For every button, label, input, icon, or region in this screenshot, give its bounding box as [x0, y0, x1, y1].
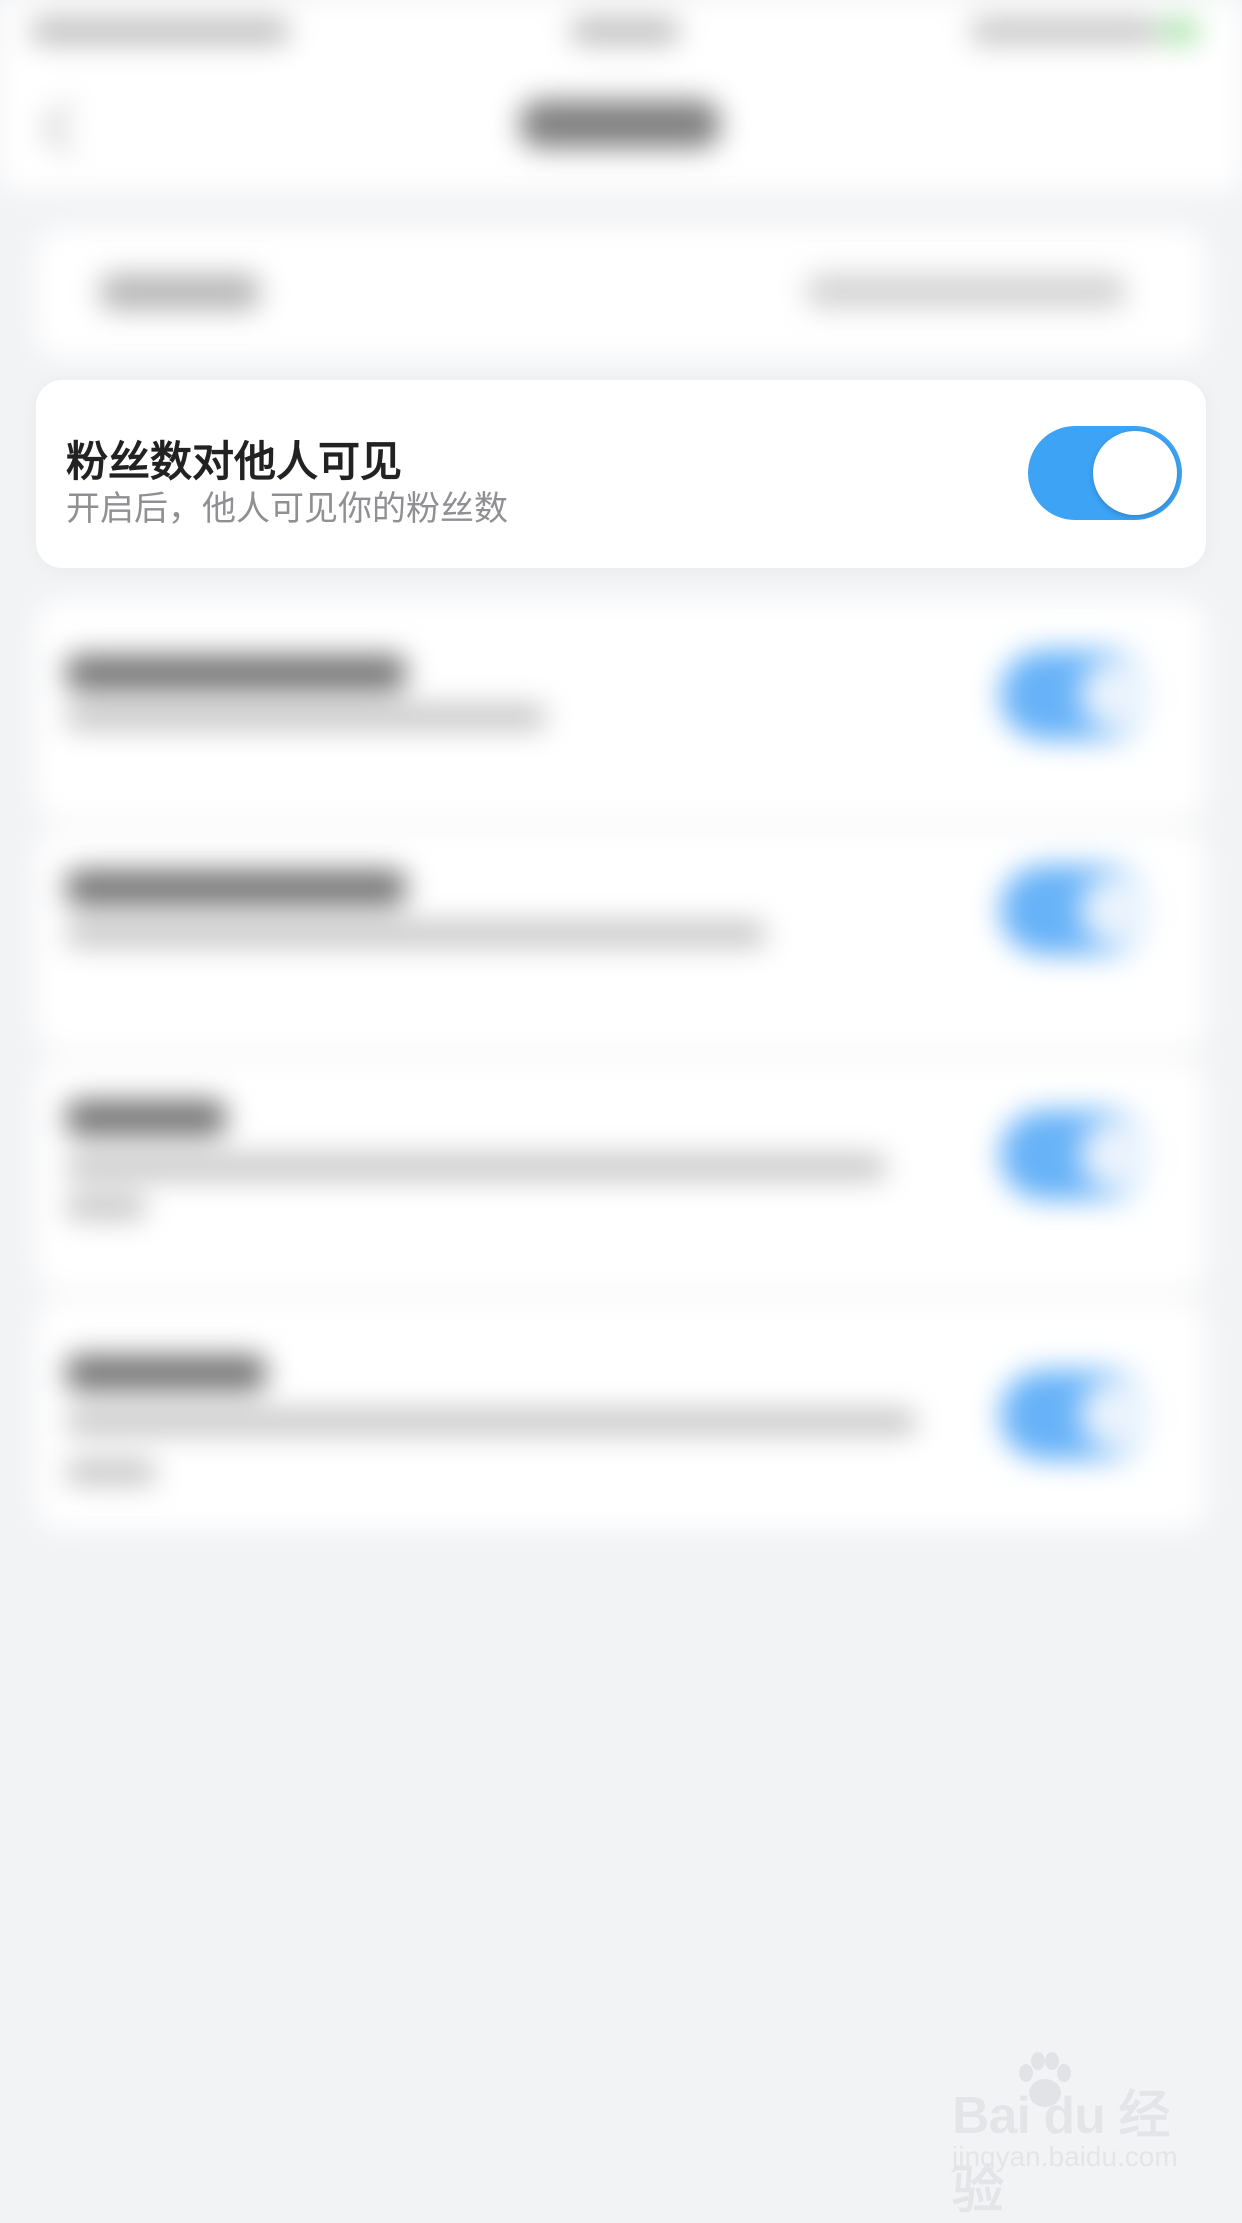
setting-title: 粉丝数对他人可见 — [66, 437, 403, 486]
blurred-background — [0, 0, 1242, 2208]
fans-visibility-toggle[interactable] — [1028, 426, 1182, 520]
nav-title-placeholder — [520, 100, 720, 148]
toggle-knob — [1093, 431, 1177, 515]
status-bar — [0, 0, 1242, 60]
top-settings-row — [36, 228, 1206, 358]
fans-visibility-setting-card: 粉丝数对他人可见 开启后，他人可见你的粉丝数 — [36, 380, 1206, 568]
setting-description: 开启后，他人可见你的粉丝数 — [66, 489, 508, 529]
watermark-domain: jingyan.baidu.com — [952, 2141, 1178, 2172]
baidu-jingyan-watermark: Bai du 经验 jingyan.baidu.com — [950, 2052, 1210, 2220]
